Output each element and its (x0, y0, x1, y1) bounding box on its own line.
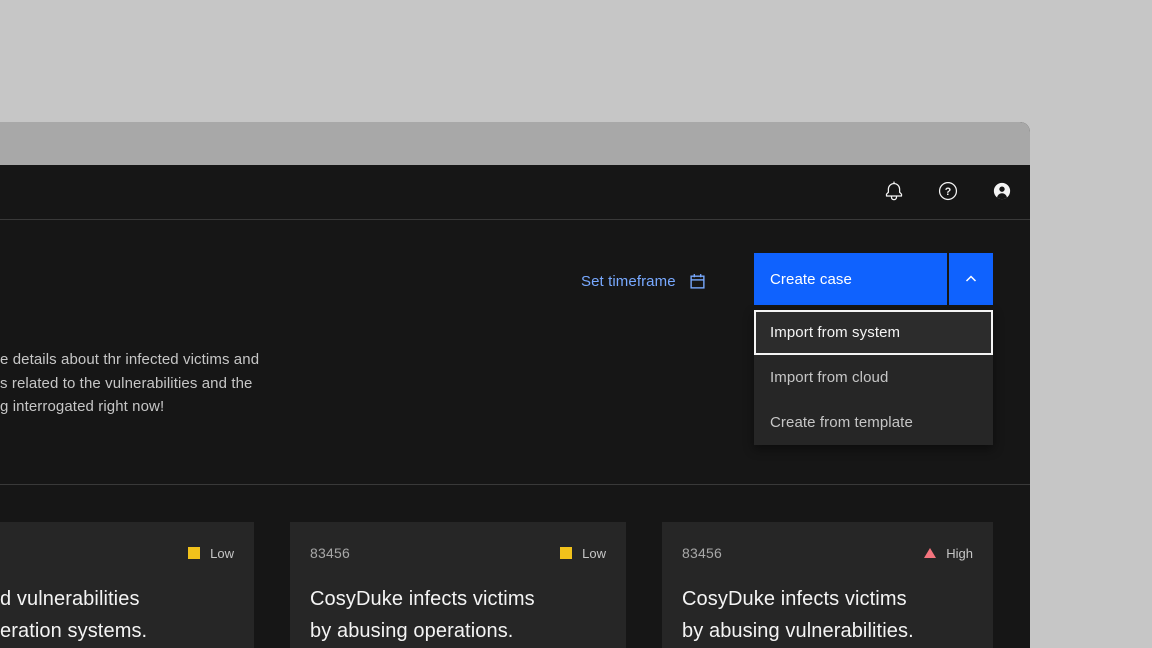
case-title-line: by abusing vulnerabilities. (682, 615, 973, 647)
notification-bell-icon (884, 181, 904, 204)
card-header-row: 83456 High (682, 544, 973, 562)
calendar-icon (689, 273, 706, 290)
case-title-line: eration systems. (0, 615, 234, 647)
section-divider (0, 484, 1030, 485)
set-timeframe-link[interactable]: Set timeframe (581, 273, 706, 290)
severity-label: High (946, 546, 973, 561)
app-header: ? (0, 165, 1030, 220)
severity-badge: Low (560, 546, 606, 561)
severity-label: Low (210, 546, 234, 561)
case-id: 83456 (310, 545, 350, 561)
svg-text:?: ? (945, 185, 951, 197)
create-case-split-button: Create case (754, 253, 993, 305)
notifications-button[interactable] (870, 168, 918, 216)
severity-badge: High (924, 546, 973, 561)
severity-label: Low (582, 546, 606, 561)
screenshot-stage: ? Set timeframe (0, 0, 1152, 648)
menu-item-import-from-system[interactable]: Import from system (754, 310, 993, 355)
menu-item-create-from-template[interactable]: Create from template (754, 400, 993, 445)
intro-line: g interrogated right now! (0, 395, 259, 419)
create-case-menu: Import from system Import from cloud Cre… (754, 310, 993, 445)
case-title-line: CosyDuke infects victims (310, 583, 606, 615)
user-avatar-button[interactable] (978, 168, 1026, 216)
case-id: 83456 (682, 545, 722, 561)
card-header-row: Low (0, 544, 234, 562)
window-titlebar (0, 122, 1030, 165)
case-card[interactable]: Low d vulnerabilities eration systems. (0, 522, 254, 648)
intro-text: e details about thr infected victims and… (0, 348, 259, 419)
user-avatar-icon (992, 181, 1012, 204)
help-button[interactable]: ? (924, 168, 972, 216)
create-case-button[interactable]: Create case (754, 253, 947, 305)
intro-line: s related to the vulnerabilities and the (0, 372, 259, 396)
severity-badge: Low (188, 546, 234, 561)
menu-item-import-from-cloud[interactable]: Import from cloud (754, 355, 993, 400)
severity-low-icon (188, 547, 200, 559)
set-timeframe-label: Set timeframe (581, 273, 676, 290)
card-header-row: 83456 Low (310, 544, 606, 562)
case-title-line: CosyDuke infects victims (682, 583, 973, 615)
case-title-line: by abusing operations. (310, 615, 606, 647)
help-icon: ? (938, 181, 958, 204)
case-title: d vulnerabilities eration systems. (0, 583, 234, 647)
case-card[interactable]: 83456 High CosyDuke infects victims by a… (662, 522, 993, 648)
case-card[interactable]: 83456 Low CosyDuke infects victims by ab… (290, 522, 626, 648)
severity-high-icon (924, 548, 936, 558)
create-case-menu-toggle[interactable] (947, 253, 993, 305)
case-title-line: d vulnerabilities (0, 583, 234, 615)
chevron-up-icon (963, 271, 979, 287)
severity-low-icon (560, 547, 572, 559)
intro-line: e details about thr infected victims and (0, 348, 259, 372)
case-title: CosyDuke infects victims by abusing oper… (310, 583, 606, 647)
case-title: CosyDuke infects victims by abusing vuln… (682, 583, 973, 647)
